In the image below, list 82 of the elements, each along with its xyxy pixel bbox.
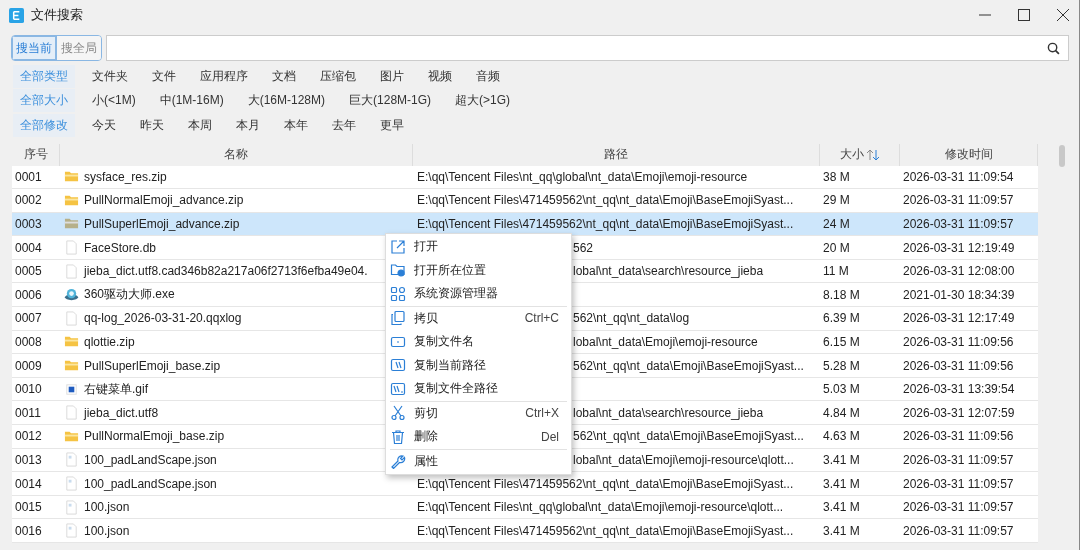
- file-path: E:\qq\Tencent Files\471459562\nt_qq\nt_data\Emoji\BaseEmojiSyast...: [417, 523, 794, 538]
- table-cell-text: 2026-03-31 11:09:56: [902, 428, 1015, 446]
- table-cell-text: 0004: [14, 239, 43, 257]
- table-cell-text: 0009: [14, 357, 43, 375]
- table-cell-text: 2026-03-31 11:09:57: [902, 192, 1015, 210]
- table-cell-text: 0005: [14, 263, 43, 281]
- table-cell-text: 8.18 M: [822, 286, 861, 304]
- file-name: 100.json: [84, 500, 130, 515]
- table-cell-text: 6.39 M: [822, 310, 861, 328]
- file-name: PullSuperlEmoji_advance.zip: [84, 217, 240, 231]
- table-cell-text: 0016: [14, 522, 43, 540]
- file-name: qq-log_2026-03-31-20.qqxlog: [84, 311, 242, 326]
- table-cell-text: 38 M: [822, 168, 851, 186]
- table-cell-text: 0007: [14, 310, 43, 328]
- table-cell-text: 20 M: [822, 239, 851, 257]
- table-cell-text: 2026-03-31 12:19:49: [902, 239, 1016, 257]
- file-name: PullSuperlEmoji_base.zip: [84, 358, 221, 373]
- file-path: lobal\nt_data\search\resource_jieba: [573, 264, 764, 279]
- table-cell-text: 0015: [14, 499, 43, 517]
- file-path: lobal\nt_data\Emoji\emoji-resource: [573, 334, 758, 349]
- table-cell-text: 0003: [14, 216, 43, 233]
- table-cell-text: 0006: [14, 286, 43, 304]
- file-name: jieba_dict.utf8: [84, 405, 159, 420]
- file-path: E:\qq\Tencent Files\471459562\nt_qq\nt_data\Emoji\BaseEmojiSyast...: [417, 476, 794, 491]
- file-path: lobal\nt_data\Emoji\emoji-resource\qlott...: [573, 452, 794, 467]
- file-path: E:\qq\Tencent Files\471459562\nt_qq\nt_data\Emoji\BaseEmojiSyast...: [417, 217, 794, 231]
- table-cell-text: 5.03 M: [822, 381, 861, 399]
- file-path: 562\nt_qq\nt_data\log: [573, 311, 690, 326]
- table-cell-text: 0008: [14, 333, 43, 351]
- table-cell-text: 2026-03-31 12:07:59: [902, 404, 1016, 422]
- file-path: E:\qq\Tencent Files\nt_qq\global\nt_data\Emoji\emoji-resource: [417, 169, 748, 184]
- table-cell-text: 4.63 M: [822, 428, 861, 446]
- file-name: 100_padLandScape.json: [84, 476, 217, 491]
- file-name: PullNormalEmoji_advance.zip: [84, 193, 244, 208]
- table-cell-text: 29 M: [822, 192, 851, 210]
- table-cell-text: 2026-03-31 11:09:56: [902, 357, 1015, 375]
- table-cell-text: 2026-03-31 11:09:57: [902, 499, 1015, 517]
- file-name: PullNormalEmoji_base.zip: [84, 429, 225, 444]
- file-name: sysface_res.zip: [84, 169, 167, 184]
- table-cell-text: 0011: [14, 404, 42, 422]
- file-path: E:\qq\Tencent Files\471459562\nt_qq\nt_data\Emoji\BaseEmojiSyast...: [417, 193, 794, 208]
- table-cell-text: 2026-03-31 11:09:57: [902, 475, 1015, 493]
- shortcut-label: Ctrl+C: [524, 311, 559, 326]
- table-cell-text: 4.84 M: [822, 404, 861, 422]
- table-cell-text: 2026-03-31 13:39:54: [902, 381, 1016, 399]
- file-name: 100.json: [84, 523, 130, 538]
- file-name: FaceStore.db: [84, 240, 157, 255]
- file-name: jieba_dict.utf8.cad346b82a217a06f2713f6efba49e04.: [84, 264, 368, 279]
- table-cell-text: 2026-03-31 11:09:57: [902, 451, 1015, 469]
- shortcut-label: Ctrl+X: [525, 406, 559, 421]
- table-cell-text: 0013: [14, 451, 43, 469]
- table-cell-text: 2021-01-30 18:34:39: [902, 286, 1016, 304]
- table-cell-text: 2026-03-31 11:09:57: [902, 216, 1015, 233]
- table-cell-text: 0014: [14, 475, 43, 493]
- table-cell-text: 3.41 M: [822, 475, 861, 493]
- file-path: lobal\nt_data\search\resource_jieba: [573, 405, 764, 420]
- table-cell-text: 2026-03-31 11:09:56: [902, 333, 1015, 351]
- file-name: 360驱动大师.exe: [84, 286, 175, 304]
- table-cell-text: 11 M: [822, 263, 850, 281]
- table-cell-text: 5.28 M: [822, 357, 861, 375]
- table-cell-text: 2026-03-31 11:09:57: [902, 522, 1015, 540]
- table-cell-text: 3.41 M: [822, 499, 861, 517]
- file-name: 右键菜单.gif: [84, 380, 148, 398]
- table-cell-text: 0012: [14, 428, 43, 446]
- file-path: 562\nt_qq\nt_data\Emoji\BaseEmojiSyast...: [573, 429, 804, 444]
- table-cell-text: 24 M: [822, 216, 851, 233]
- file-path: E:\qq\Tencent Files\nt_qq\global\nt_data\Emoji\emoji-resource\qlott...: [417, 500, 784, 515]
- table-cell-text: 2026-03-31 12:08:00: [902, 263, 1016, 281]
- table-cell-text: 3.41 M: [822, 451, 861, 469]
- table-cell-text: 0010: [14, 381, 43, 399]
- table-cell-text: 0002: [14, 192, 43, 210]
- table-cell-text: 6.15 M: [822, 333, 861, 351]
- shortcut-label: Del: [541, 429, 559, 444]
- file-path: 562\nt_qq\nt_data\Emoji\BaseEmojiSyast...: [573, 358, 804, 373]
- table-cell-text: 0001: [14, 168, 43, 186]
- file-name: qlottie.zip: [84, 334, 135, 349]
- file-name: 100_padLandScape.json: [84, 452, 217, 467]
- window-title: 文件搜索: [31, 6, 84, 24]
- table-cell-text: 2026-03-31 11:09:54: [902, 168, 1015, 186]
- table-cell-text: 2026-03-31 12:17:49: [902, 310, 1016, 328]
- file-path: 562: [573, 240, 594, 255]
- table-cell-text: 3.41 M: [822, 522, 861, 540]
